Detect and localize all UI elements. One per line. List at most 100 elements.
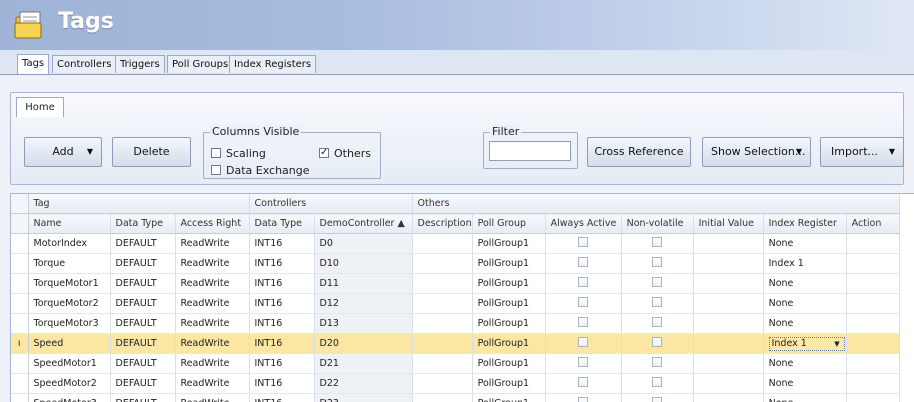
row-indicator[interactable]	[11, 253, 29, 274]
cell-data-type[interactable]: DEFAULT	[110, 313, 176, 334]
cell-data-type[interactable]: DEFAULT	[110, 293, 176, 314]
table-row[interactable]: TorqueMotor2 DEFAULT ReadWrite INT16 D12 Poll…	[11, 293, 900, 314]
cell-description[interactable]	[412, 333, 473, 354]
cell-access-right[interactable]: ReadWrite	[175, 393, 250, 402]
cell-access-right[interactable]: ReadWrite	[175, 333, 250, 354]
cell-access-right[interactable]: ReadWrite	[175, 273, 250, 294]
cell-non-volatile[interactable]	[621, 353, 694, 374]
cell-initial-value[interactable]	[693, 393, 764, 402]
column-header-non-volatile[interactable]: Non-volatile	[621, 213, 694, 234]
column-header-access-right[interactable]: Access Right	[175, 213, 250, 234]
cell-always-active[interactable]	[545, 273, 622, 294]
non-volatile-checkbox[interactable]	[652, 357, 663, 367]
cell-controller-data-type[interactable]: INT16	[249, 353, 315, 374]
cell-data-type[interactable]: DEFAULT	[110, 253, 176, 274]
data-exchange-checkbox[interactable]: Data Exchange	[211, 164, 310, 177]
cell-name[interactable]: Torque	[28, 253, 111, 274]
cell-index-register[interactable]: Index 1 ▼	[763, 333, 847, 354]
always-active-checkbox[interactable]	[578, 277, 589, 287]
cell-controller-data-type[interactable]: INT16	[249, 373, 315, 394]
cell-non-volatile[interactable]	[621, 313, 694, 334]
cell-description[interactable]	[412, 253, 473, 274]
tab-triggers[interactable]: Triggers	[115, 55, 165, 73]
table-row[interactable]: MotorIndex DEFAULT ReadWrite INT16 D0 PollGro…	[11, 233, 900, 254]
non-volatile-checkbox[interactable]	[652, 377, 663, 387]
cell-demo-controller[interactable]: D21	[314, 353, 413, 374]
cell-poll-group[interactable]: PollGroup1	[472, 353, 546, 374]
cell-always-active[interactable]	[545, 373, 622, 394]
cell-access-right[interactable]: ReadWrite	[175, 233, 250, 254]
cell-always-active[interactable]	[545, 233, 622, 254]
cell-non-volatile[interactable]	[621, 273, 694, 294]
cell-action[interactable]	[846, 253, 900, 274]
scaling-check-box[interactable]	[211, 148, 221, 158]
non-volatile-checkbox[interactable]	[652, 317, 663, 327]
cell-initial-value[interactable]	[693, 273, 764, 294]
always-active-checkbox[interactable]	[578, 337, 589, 347]
cell-index-register[interactable]: None	[763, 373, 847, 394]
cell-controller-data-type[interactable]: INT16	[249, 293, 315, 314]
row-indicator[interactable]	[11, 233, 29, 254]
cell-non-volatile[interactable]	[621, 393, 694, 402]
cell-action[interactable]	[846, 233, 900, 254]
cell-always-active[interactable]	[545, 393, 622, 402]
data-exchange-check-box[interactable]	[211, 165, 221, 175]
column-header-initial-value[interactable]: Initial Value	[693, 213, 764, 234]
cell-index-register[interactable]: None	[763, 393, 847, 402]
cell-always-active[interactable]	[545, 353, 622, 374]
cell-data-type[interactable]: DEFAULT	[110, 373, 176, 394]
cell-action[interactable]	[846, 313, 900, 334]
cell-data-type[interactable]: DEFAULT	[110, 393, 176, 402]
column-header-always-active[interactable]: Always Active	[545, 213, 622, 234]
cell-initial-value[interactable]	[693, 253, 764, 274]
cell-index-register[interactable]: None	[763, 313, 847, 334]
cell-action[interactable]	[846, 273, 900, 294]
cell-non-volatile[interactable]	[621, 233, 694, 254]
row-indicator[interactable]	[11, 293, 29, 314]
tab-tags[interactable]: Tags	[17, 54, 50, 74]
cell-poll-group[interactable]: PollGroup1	[472, 273, 546, 294]
cell-name[interactable]: TorqueMotor1	[28, 273, 111, 294]
cell-description[interactable]	[412, 393, 473, 402]
tab-poll-groups[interactable]: Poll Groups	[167, 55, 234, 73]
row-indicator[interactable]	[11, 313, 29, 334]
cell-demo-controller[interactable]: D22	[314, 373, 413, 394]
index-register-dropdown[interactable]: Index 1 ▼	[768, 336, 845, 351]
filter-input[interactable]	[489, 141, 571, 161]
tab-index-registers[interactable]: Index Registers	[229, 55, 317, 73]
cell-demo-controller[interactable]: D23	[314, 393, 413, 402]
cell-always-active[interactable]	[545, 293, 622, 314]
column-header-data-type[interactable]: Data Type	[110, 213, 176, 234]
cell-description[interactable]	[412, 273, 473, 294]
column-header-name[interactable]: Name	[28, 213, 111, 234]
always-active-checkbox[interactable]	[578, 357, 589, 367]
cell-poll-group[interactable]: PollGroup1	[472, 293, 546, 314]
cell-description[interactable]	[412, 313, 473, 334]
column-header-action[interactable]: Action	[846, 213, 900, 234]
cell-name[interactable]: SpeedMotor3	[28, 393, 111, 402]
add-button[interactable]: Add ▼	[24, 137, 102, 167]
cell-controller-data-type[interactable]: INT16	[249, 333, 315, 354]
cell-action[interactable]	[846, 333, 900, 354]
cell-access-right[interactable]: ReadWrite	[175, 293, 250, 314]
cell-data-type[interactable]: DEFAULT	[110, 273, 176, 294]
cell-index-register[interactable]: Index 1	[763, 253, 847, 274]
cell-non-volatile[interactable]	[621, 373, 694, 394]
cell-controller-data-type[interactable]: INT16	[249, 253, 315, 274]
cell-name[interactable]: MotorIndex	[28, 233, 111, 254]
cell-controller-data-type[interactable]: INT16	[249, 273, 315, 294]
cross-reference-button[interactable]: Cross Reference	[587, 137, 691, 167]
cell-name[interactable]: TorqueMotor2	[28, 293, 111, 314]
cell-action[interactable]	[846, 353, 900, 374]
cell-non-volatile[interactable]	[621, 333, 694, 354]
cell-always-active[interactable]	[545, 333, 622, 354]
cell-controller-data-type[interactable]: INT16	[249, 313, 315, 334]
cell-description[interactable]	[412, 293, 473, 314]
always-active-checkbox[interactable]	[578, 257, 589, 267]
cell-always-active[interactable]	[545, 313, 622, 334]
cell-index-register[interactable]: None	[763, 293, 847, 314]
non-volatile-checkbox[interactable]	[652, 257, 663, 267]
cell-demo-controller[interactable]: D20	[314, 333, 413, 354]
cell-poll-group[interactable]: PollGroup1	[472, 393, 546, 402]
cell-data-type[interactable]: DEFAULT	[110, 333, 176, 354]
